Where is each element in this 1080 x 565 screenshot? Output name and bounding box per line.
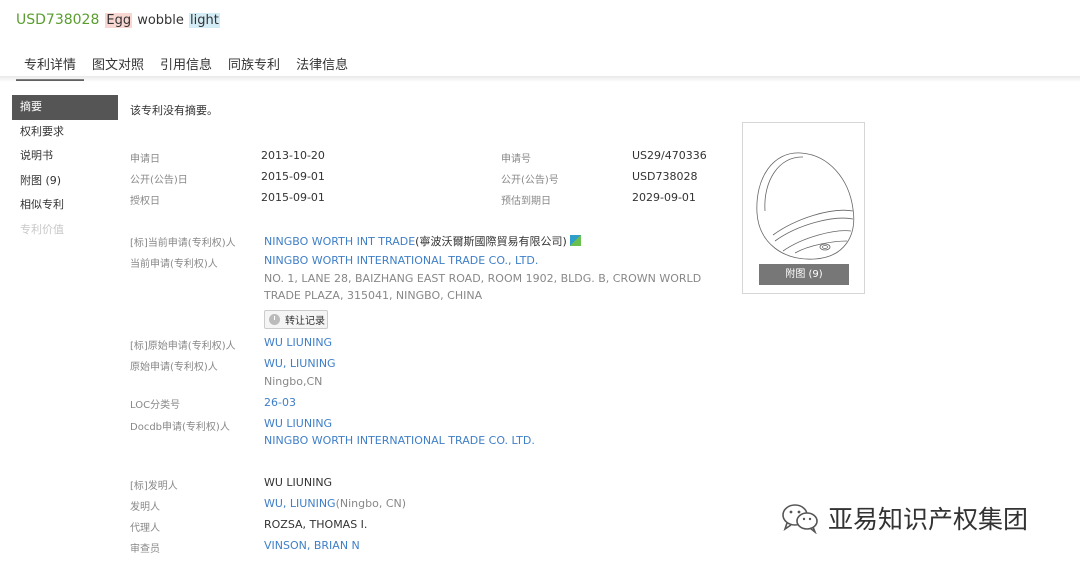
abstract-text: 该专利没有摘要。 <box>130 104 218 117</box>
application-date: 2013-10-20 <box>261 149 325 162</box>
company-badge-icon[interactable] <box>569 235 581 246</box>
current-applicant-address: NO. 1, LANE 28, BAIZHANG EAST ROAD, ROOM… <box>264 272 702 285</box>
current-applicant-address: TRADE PLAZA, 315041, NINGBO, CHINA <box>264 289 483 302</box>
inventor-link[interactable]: WU, LIUNING <box>264 497 336 510</box>
docdb-applicant-link[interactable]: NINGBO WORTH INTERNATIONAL TRADE CO. LTD… <box>264 434 535 447</box>
current-applicant-link[interactable]: NINGBO WORTH INTERNATIONAL TRADE CO., LT… <box>264 254 538 267</box>
original-applicant-link[interactable]: WU, LIUNING <box>264 357 336 370</box>
agent: ROZSA, THOMAS I. <box>264 518 368 531</box>
loc-class-link[interactable]: 26-03 <box>264 396 296 409</box>
field-label: 申请日 <box>130 154 160 165</box>
drawing-thumbnail[interactable]: 附图 (9) <box>742 122 865 294</box>
transfer-record-label: 转让记录 <box>285 316 325 327</box>
field-label: Docdb申请(专利权)人 <box>130 422 230 433</box>
patent-number: USD738028 <box>16 12 100 28</box>
inventor: WU, LIUNING(Ningbo, CN) <box>264 497 406 510</box>
watermark-text: 亚易知识产权集团 <box>828 505 1029 534</box>
std-current-applicant: NINGBO WORTH INT TRADE(寧波沃爾斯國際貿易有限公司) <box>264 233 581 249</box>
clock-icon <box>269 314 280 325</box>
publication-number: USD738028 <box>632 170 698 183</box>
sidebar-item-claims[interactable]: 权利要求 <box>12 120 118 145</box>
field-label: 预估到期日 <box>501 196 551 207</box>
field-label: 原始申请(专利权)人 <box>130 362 218 373</box>
sidebar-item-value: 专利价值 <box>20 222 64 236</box>
std-original-applicant-link[interactable]: WU LIUNING <box>264 336 332 349</box>
original-applicant-location: Ningbo,CN <box>264 375 323 388</box>
field-label: 当前申请(专利权)人 <box>130 259 218 270</box>
field-label: [标]原始申请(专利权)人 <box>130 341 236 352</box>
field-label: 申请号 <box>501 154 531 165</box>
transfer-record-button[interactable]: 转让记录 <box>264 310 328 329</box>
watermark: 亚易知识产权集团 <box>780 500 1028 536</box>
application-number: US29/470336 <box>632 149 707 162</box>
std-inventor: WU LIUNING <box>264 476 333 489</box>
tabs-divider <box>0 76 1080 82</box>
publication-date: 2015-09-01 <box>261 170 325 183</box>
field-label: 公开(公告)号 <box>501 175 559 186</box>
field-label: 代理人 <box>130 523 160 534</box>
sidebar-item-abstract[interactable]: 摘要 <box>12 95 118 120</box>
field-label: 发明人 <box>130 502 160 513</box>
sidebar-item-drawings[interactable]: 附图 (9) <box>12 169 118 194</box>
field-label: [标]当前申请(专利权)人 <box>130 238 236 249</box>
field-label: [标]发明人 <box>130 481 178 492</box>
std-current-applicant-cn: (寧波沃爾斯國際貿易有限公司) <box>415 235 567 248</box>
sidebar-item-description[interactable]: 说明书 <box>12 144 118 169</box>
title-word: wobble <box>132 12 190 28</box>
drawings-caption-button[interactable]: 附图 (9) <box>759 264 849 285</box>
field-label: 公开(公告)日 <box>130 175 188 186</box>
inventor-location: (Ningbo, CN) <box>335 497 407 510</box>
field-label: LOC分类号 <box>130 400 181 411</box>
docdb-applicant-link[interactable]: WU LIUNING <box>264 417 332 430</box>
examiner-link[interactable]: VINSON, BRIAN N <box>264 539 360 552</box>
expiry-date: 2029-09-01 <box>632 191 696 204</box>
title-word: light <box>189 12 220 28</box>
patent-title: USD738028 Egg wobble light <box>16 10 220 30</box>
std-current-applicant-link[interactable]: NINGBO WORTH INT TRADE <box>264 235 415 248</box>
sidebar-item-similar[interactable]: 相似专利 <box>12 193 118 218</box>
field-label: 授权日 <box>130 196 160 207</box>
section-nav: 摘要 权利要求 说明书 附图 (9) 相似专利 专利价值 <box>12 95 118 242</box>
grant-date: 2015-09-01 <box>261 191 325 204</box>
title-word: Egg <box>105 12 133 28</box>
field-label: 审查员 <box>130 544 160 555</box>
wechat-icon <box>782 504 818 534</box>
